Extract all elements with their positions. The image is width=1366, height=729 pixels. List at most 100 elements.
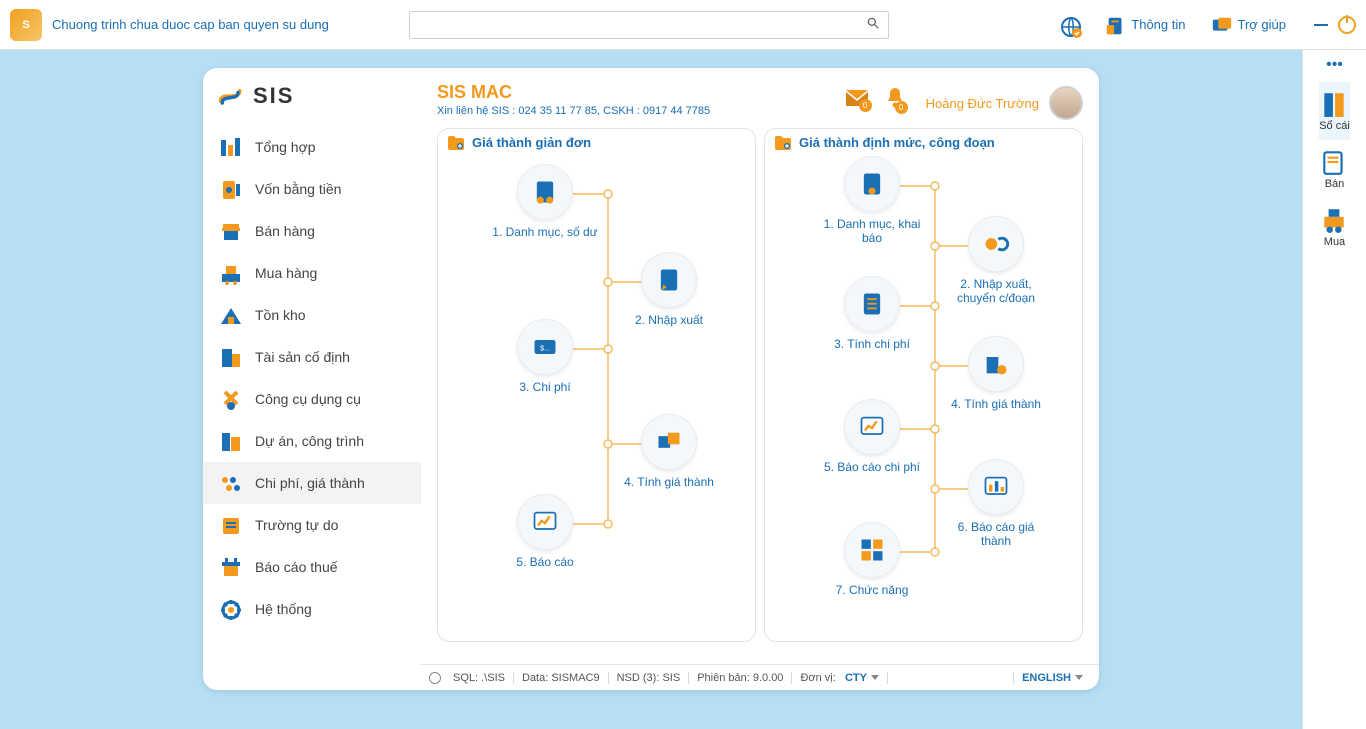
rail-item[interactable]: Sổ cái <box>1319 82 1350 140</box>
menu-item[interactable]: Trường tự do <box>203 504 421 546</box>
menu-item[interactable]: Hệ thống <box>203 588 421 630</box>
menu-item[interactable]: Báo cáo thuế <box>203 546 421 588</box>
menu-icon <box>219 178 243 200</box>
rail-label: Bán <box>1325 178 1345 190</box>
help-label: Trợ giúp <box>1237 17 1286 32</box>
menu-item[interactable]: Chi phí, giá thành <box>203 462 421 504</box>
menu-label: Tồn kho <box>255 307 306 323</box>
rail-icon <box>1320 148 1348 176</box>
menu-item[interactable]: Vốn bằng tiền <box>203 168 421 210</box>
window-controls <box>1314 16 1356 34</box>
rail-icon <box>1320 90 1348 118</box>
globe-button[interactable] <box>1051 11 1087 39</box>
folder-icon <box>775 136 791 150</box>
rail-icon <box>1320 206 1348 234</box>
info-label: Thông tin <box>1131 17 1185 32</box>
menu-icon <box>219 472 243 494</box>
user-name: Hoàng Đức Trường <box>926 96 1039 111</box>
brand-logo-icon <box>217 82 245 110</box>
node-nhap-xuat[interactable]: 2. Nhập xuất <box>614 252 724 327</box>
card-simple-cost: Giá thành giản đơn <box>437 128 756 642</box>
content-area: SIS MAC Xin liên hệ SIS : 024 35 11 77 8… <box>421 68 1099 654</box>
license-text: Chuong trinh chua duoc cap ban quyen su … <box>52 17 329 32</box>
menu-item[interactable]: Công cụ dụng cụ <box>203 378 421 420</box>
node-bao-cao[interactable]: 5. Báo cáo <box>490 494 600 569</box>
card-left-title: Giá thành giản đơn <box>472 135 591 150</box>
menu-icon <box>219 430 243 452</box>
node-tinh-gia-thanh[interactable]: 4. Tính giá thành <box>614 414 724 489</box>
chevron-down-icon <box>1075 675 1083 680</box>
menu-icon <box>219 262 243 284</box>
node-chi-phi[interactable]: $...3. Chi phí <box>490 319 600 394</box>
node-baocao-giathanh[interactable]: 6. Báo cáo giá thành <box>941 459 1051 548</box>
menu-icon <box>219 388 243 410</box>
menu-item[interactable]: Tài sản cố định <box>203 336 421 378</box>
search-icon[interactable] <box>866 16 880 33</box>
info-button[interactable]: Thông tin <box>1097 11 1193 39</box>
node-chucnang[interactable]: 7. Chức năng <box>817 522 927 597</box>
menu-label: Tổng hợp <box>255 139 316 155</box>
menu-icon <box>219 598 243 620</box>
menu-item[interactable]: Bán hàng <box>203 210 421 252</box>
unit-selector[interactable]: CTY <box>845 672 879 684</box>
status-indicator-icon <box>429 672 441 684</box>
menu-label: Chi phí, giá thành <box>255 475 365 491</box>
node-dm-sodu[interactable]: 1. Danh mục, số dư <box>490 164 600 239</box>
minimize-button[interactable] <box>1314 24 1328 26</box>
menu-item[interactable]: Mua hàng <box>203 252 421 294</box>
rail-item[interactable]: Bán <box>1319 140 1350 198</box>
menu-icon <box>219 136 243 158</box>
app-title: SIS MAC <box>437 82 846 103</box>
node-dm-khaibao[interactable]: 1. Danh mục, khai báo <box>817 156 927 245</box>
app-subtitle: Xin liên hệ SIS : 024 35 11 77 85, CSKH … <box>437 105 846 117</box>
status-sql: SQL: .\SIS <box>445 672 514 684</box>
menu-item[interactable]: Tổng hợp <box>203 126 421 168</box>
right-rail: ••• Sổ cái Bán Mua <box>1302 50 1366 729</box>
menu-label: Mua hàng <box>255 265 317 281</box>
node-nhapxuat-cd[interactable]: 2. Nhập xuất, chuyển c/đoạn <box>941 216 1051 305</box>
content-header: SIS MAC Xin liên hệ SIS : 024 35 11 77 8… <box>437 82 1083 120</box>
status-data: Data: SISMAC9 <box>514 672 609 684</box>
search-input[interactable] <box>418 17 866 32</box>
rail-label: Mua <box>1324 236 1345 248</box>
bell-badge: 0 <box>895 101 908 114</box>
status-unit: Đơn vị: CTY <box>792 672 888 684</box>
menu-item[interactable]: Tồn kho <box>203 294 421 336</box>
svg-text:$...: $... <box>540 346 550 353</box>
menu-label: Công cụ dụng cụ <box>255 391 361 407</box>
status-bar: SQL: .\SIS Data: SISMAC9 NSD (3): SIS Ph… <box>421 664 1099 690</box>
menu-label: Báo cáo thuế <box>255 559 338 575</box>
node-baocao-chiphi[interactable]: 5. Báo cáo chi phí <box>817 399 927 474</box>
menu-icon <box>219 346 243 368</box>
menu-item[interactable]: Dự án, công trình <box>203 420 421 462</box>
global-search[interactable] <box>409 11 889 39</box>
canvas-area: SIS Tổng hợp Vốn bằng tiền Bán hàng Mua hàn… <box>0 50 1302 729</box>
help-icon <box>1211 15 1231 35</box>
node-tinh-chiphi[interactable]: 3. Tính chi phí <box>817 276 927 351</box>
top-bar: S Chuong trinh chua duoc cap ban quyen s… <box>0 0 1366 50</box>
user-block[interactable]: Hoàng Đức Trường <box>926 86 1083 120</box>
flow-right: 1. Danh mục, khai báo 2. Nhập xuất, chuy… <box>775 154 1072 609</box>
menu-icon <box>219 514 243 536</box>
help-button[interactable]: Trợ giúp <box>1203 11 1294 39</box>
globe-icon <box>1059 15 1079 35</box>
menu-label: Bán hàng <box>255 223 315 239</box>
flow-left: 1. Danh mục, số dư 2. Nhập xuất $...3. C… <box>448 154 745 609</box>
lang-selector[interactable]: ENGLISH <box>1022 672 1083 684</box>
brand-text: SIS <box>253 83 294 109</box>
mail-button[interactable]: 0 <box>846 90 868 109</box>
rail-more-icon[interactable]: ••• <box>1326 56 1343 74</box>
status-version: Phiên bản: 9.0.00 <box>689 672 792 684</box>
main-menu: Tổng hợp Vốn bằng tiền Bán hàng Mua hàng Tồn… <box>203 126 421 630</box>
menu-label: Tài sản cố định <box>255 349 350 365</box>
rail-item[interactable]: Mua <box>1319 198 1350 256</box>
app-logo: S <box>10 9 42 41</box>
bell-button[interactable]: 0 <box>886 88 904 111</box>
close-button[interactable] <box>1338 16 1356 34</box>
left-sidebar: SIS Tổng hợp Vốn bằng tiền Bán hàng Mua hàn… <box>203 68 421 654</box>
node-tinh-giathanh2[interactable]: 4. Tính giá thành <box>941 336 1051 411</box>
menu-icon <box>219 304 243 326</box>
folder-icon <box>448 136 464 150</box>
main-panel: SIS Tổng hợp Vốn bằng tiền Bán hàng Mua hàn… <box>203 68 1099 690</box>
menu-label: Vốn bằng tiền <box>255 181 341 197</box>
